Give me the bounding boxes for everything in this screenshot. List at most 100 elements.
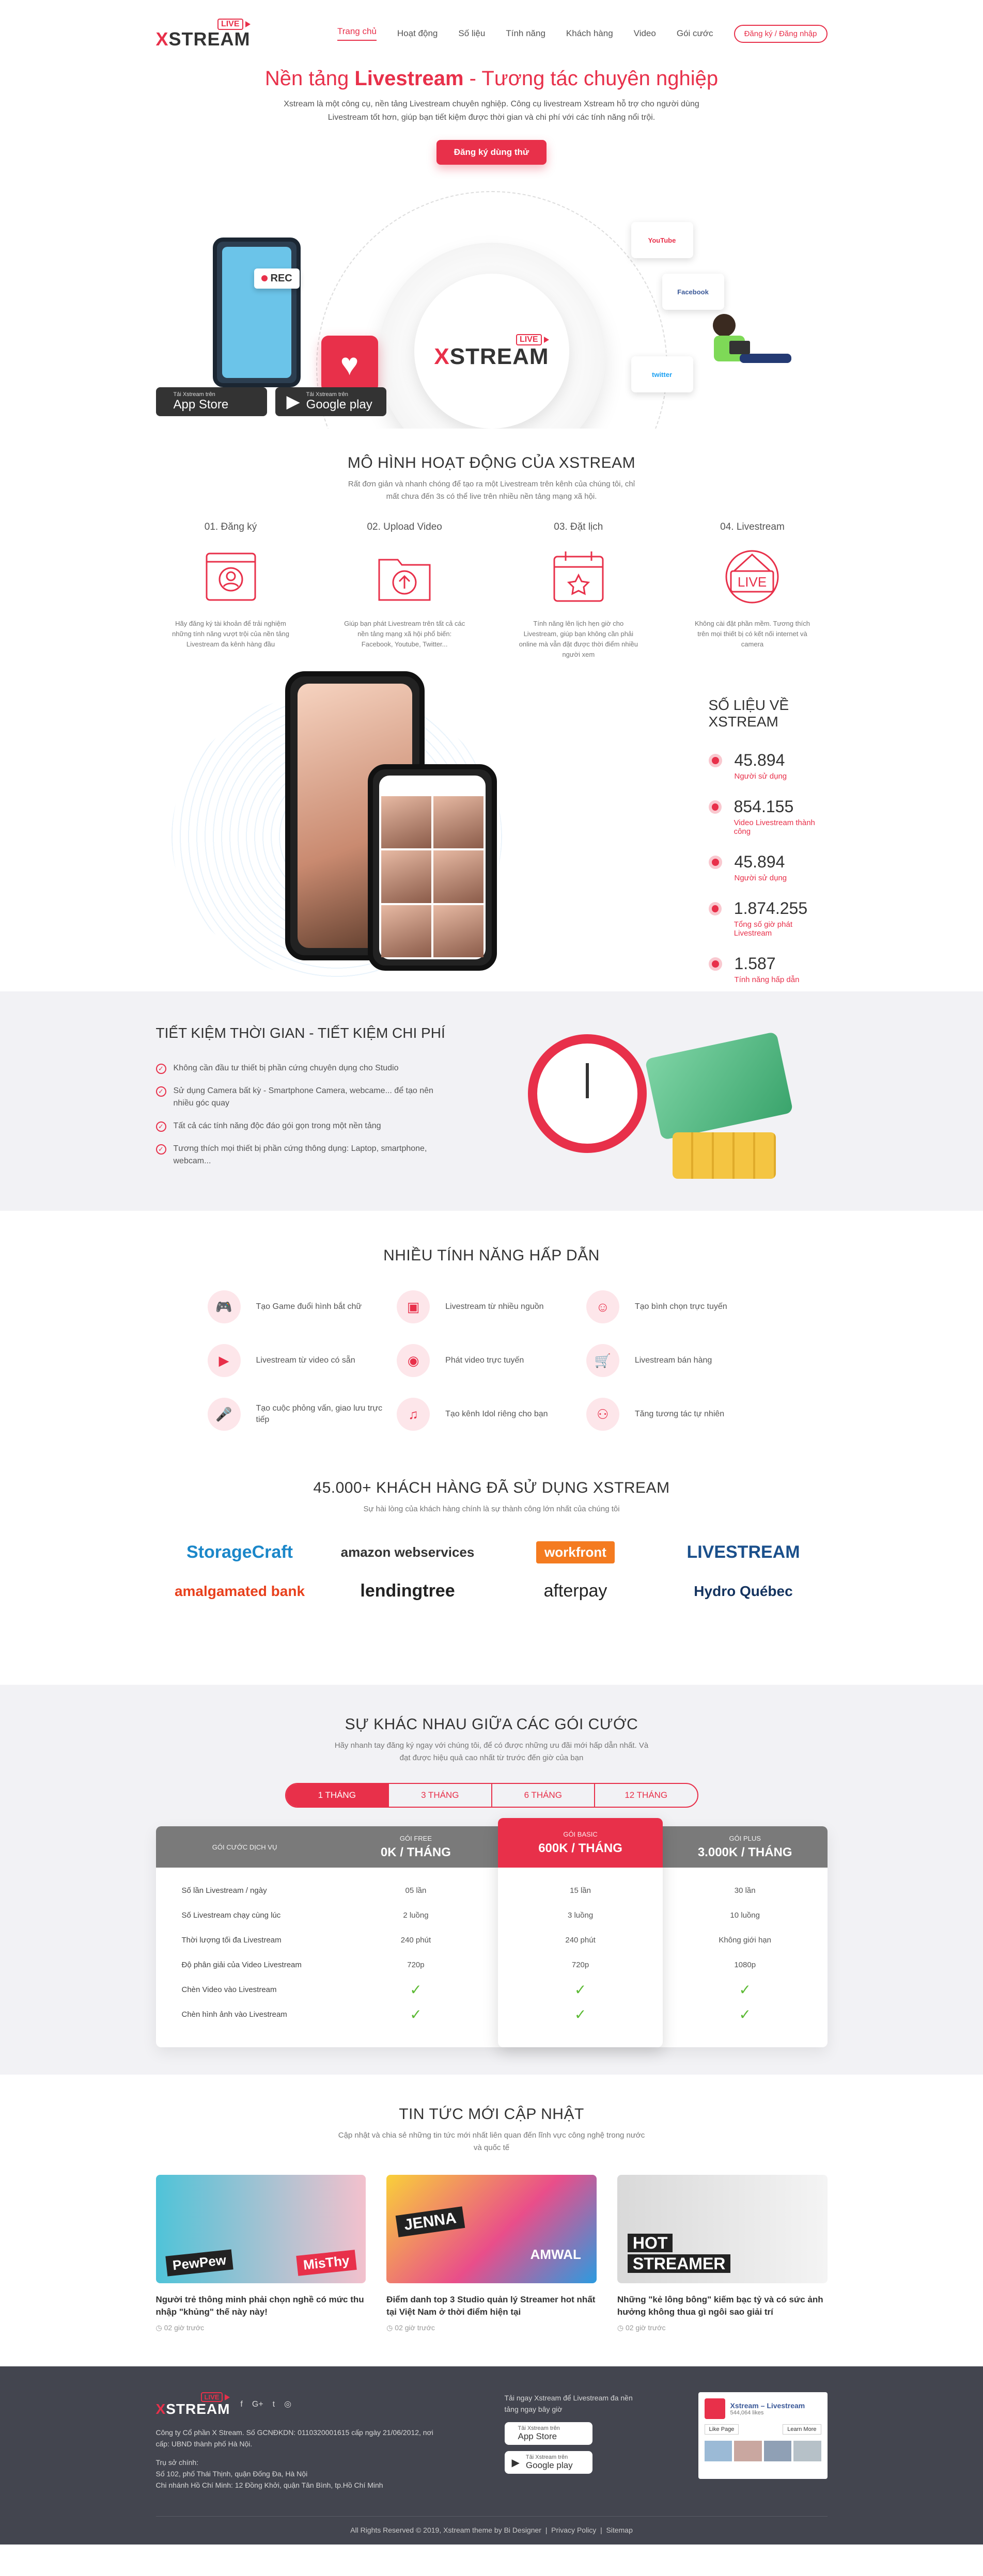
pricing-table: GÓI CƯỚC DỊCH VỤ Số lần Livestream / ngà…	[155, 1818, 828, 2047]
plan-value: 30 lần	[734, 1886, 756, 1895]
stat-item: 45.894 Người sử dụng	[708, 852, 828, 882]
step-schedule: 03. Đặt lịch Tính năng lên lịch hẹn giờ …	[504, 521, 653, 660]
pricing-row-label: Thời lượng tối đa Livestream	[181, 1935, 282, 1945]
news-image: HOT STREAMER	[617, 2175, 828, 2283]
stat-number: 45.894	[734, 852, 785, 871]
nav-customers[interactable]: Khách hàng	[566, 28, 613, 39]
billing-period-tabs: 1 THÁNG 3 THÁNG 6 THÁNG 12 THÁNG	[285, 1783, 698, 1808]
step-text: Giúp bạn phát Livestream trên tất cả các…	[344, 620, 465, 648]
calendar-icon	[550, 548, 607, 605]
video-file-icon: ▶	[207, 1344, 241, 1377]
news-title: TIN TỨC MỚI CẬP NHẬT	[399, 2106, 584, 2123]
fb-like-button[interactable]: Like Page	[704, 2424, 739, 2435]
privacy-link[interactable]: Privacy Policy	[551, 2526, 596, 2534]
news-date: ◷ 02 giờ trước	[617, 2324, 666, 2332]
news-card[interactable]: JENNA AMWAL Điểm danh top 3 Studio quản …	[386, 2175, 597, 2332]
footer-logo[interactable]: LIVE XSTREAM	[156, 2392, 230, 2416]
step-text: Hãy đăng ký tài khoản để trải nghiệm nhữ…	[172, 620, 289, 648]
tab-12-months[interactable]: 12 THÁNG	[595, 1784, 697, 1807]
coins-icon	[672, 1132, 776, 1179]
user-register-icon	[202, 548, 259, 605]
plan-value: 720p	[571, 1960, 589, 1969]
plan-value: 3 luồng	[567, 1910, 594, 1920]
plan-basic-column[interactable]: GÓI BASIC 600K / THÁNG 15 lần 3 luồng 240…	[498, 1818, 663, 2047]
check-icon: ✓	[574, 2006, 587, 2022]
pricing-labels-column: GÓI CƯỚC DỊCH VỤ Số lần Livestream / ngà…	[155, 1826, 334, 2047]
news-headline[interactable]: Những "kẻ lông bông" kiếm bạc tỷ và có s…	[617, 2294, 828, 2318]
clock-icon	[527, 1034, 647, 1153]
play-store-icon: ▶	[511, 2457, 520, 2469]
stat-number: 45.894	[734, 751, 785, 769]
svg-text:LIVE: LIVE	[738, 574, 767, 590]
pricing-section: SỰ KHÁC NHAU GIỮA CÁC GÓI CƯỚC Hãy nhanh…	[0, 1685, 983, 2075]
feature-item: ▣ Livestream từ nhiều nguồn	[397, 1290, 586, 1323]
hero-title: Nền tảng Livestream - Tương tác chuyên n…	[264, 67, 719, 90]
nav-features[interactable]: Tính năng	[506, 28, 545, 39]
model-title: MÔ HÌNH HOẠT ĐỘNG CỦA XSTREAM	[347, 454, 636, 471]
nav-activity[interactable]: Hoạt động	[397, 28, 438, 39]
googleplay-button[interactable]: ▶ Tải Xstream trên Google play	[275, 387, 386, 416]
facebook-icon[interactable]: f	[240, 2399, 242, 2410]
login-button[interactable]: Đăng ký / Đăng nhập	[734, 24, 828, 43]
news-headline[interactable]: Người trẻ thông minh phải chọn nghề có m…	[156, 2294, 366, 2318]
footer-googleplay-button[interactable]: ▶ Tải Xstream trên Google play	[504, 2451, 592, 2474]
step-livestream: 04. Livestream LIVE Không cài đặt phần m…	[677, 521, 827, 660]
plan-header: GÓI PLUS 3.000K / THÁNG	[662, 1826, 828, 1868]
feature-item: 🎤 Tạo cuộc phỏng vấn, giao lưu trực tiếp	[207, 1398, 397, 1431]
plan-free-column[interactable]: GÓI FREE 0K / THÁNG 05 lần 2 luồng 240 ph…	[333, 1826, 498, 2047]
footer-bottom: All Rights Reserved © 2019, Xstream them…	[155, 2516, 828, 2534]
tab-6-months[interactable]: 6 THÁNG	[492, 1784, 595, 1807]
dribbble-icon[interactable]: ◎	[284, 2399, 291, 2410]
plan-value: 2 luồng	[403, 1910, 429, 1920]
step-number: 01. Đăng ký	[204, 521, 257, 532]
vote-icon: ☺	[586, 1290, 619, 1323]
tab-3-months[interactable]: 3 THÁNG	[389, 1784, 492, 1807]
nav-home[interactable]: Trang chủ	[337, 26, 377, 41]
clock-icon: ◷	[155, 2324, 164, 2332]
step-text: Không cài đặt phần mềm. Tương thích trên…	[694, 620, 810, 648]
fb-page-name: Xstream – Livestream	[730, 2401, 805, 2410]
tab-1-month[interactable]: 1 THÁNG	[286, 1784, 389, 1807]
logo-lendingtree: lendingtree	[360, 1581, 455, 1601]
savings-item: ✓ Tương thích mọi thiết bị phần cứng thôn…	[155, 1143, 456, 1167]
step-number: 02. Upload Video	[367, 521, 442, 532]
logo-amazon-webservices: amazon webservices	[340, 1544, 475, 1560]
footer-company: LIVE XSTREAM f G+ t ◎ Công ty Cổ phần X …	[156, 2392, 445, 2516]
news-date: ◷ 02 giờ trước	[386, 2324, 435, 2332]
heart-icon: ♥	[321, 336, 378, 392]
plan-value: 240 phút	[565, 1935, 596, 1945]
check-icon: ✓	[410, 2006, 422, 2022]
logo-hydro-quebec: Hydro Québec	[694, 1583, 793, 1599]
nav-stats[interactable]: Số liệu	[458, 28, 485, 39]
feature-item: ▶ Livestream từ video có sẵn	[207, 1344, 397, 1377]
nav-video[interactable]: Video	[634, 28, 656, 39]
fb-learn-more-button[interactable]: Learn More	[783, 2424, 821, 2435]
google-plus-icon[interactable]: G+	[252, 2399, 263, 2410]
footer-appstore-button[interactable]: Tải Xstream trên App Store	[504, 2422, 592, 2445]
footer-social: f G+ t ◎	[240, 2399, 291, 2410]
trial-signup-button[interactable]: Đăng ký dùng thử	[436, 140, 547, 165]
feature-item: 🛒 Livestream bán hàng	[586, 1344, 776, 1377]
news-headline[interactable]: Điểm danh top 3 Studio quản lý Streamer …	[386, 2294, 597, 2318]
plan-header: GÓI BASIC 600K / THÁNG	[498, 1818, 663, 1868]
logo-amalgamated-bank: amalgamated bank	[174, 1583, 305, 1599]
feature-item: ☺ Tạo bình chọn trực tuyến	[586, 1290, 776, 1323]
check-icon: ✓	[155, 1086, 166, 1097]
model-subtitle: Rất đơn giản và nhanh chóng để tạo ra mộ…	[348, 480, 635, 501]
stat-label: Người sử dụng	[734, 772, 787, 781]
sitemap-link[interactable]: Sitemap	[606, 2526, 633, 2534]
news-card[interactable]: HOT STREAMER Những "kẻ lông bông" kiếm b…	[617, 2175, 828, 2332]
copyright: All Rights Reserved © 2019, Xstream them…	[350, 2526, 541, 2534]
news-image: PewPew MisThy	[155, 2175, 366, 2283]
news-section: TIN TỨC MỚI CẬP NHẬT Cập nhật và chia sẻ…	[0, 2075, 983, 2366]
stat-number: 854.155	[734, 797, 794, 816]
news-card[interactable]: PewPew MisThy Người trẻ thông minh phải …	[155, 2175, 366, 2332]
twitter-icon[interactable]: t	[273, 2399, 275, 2410]
youtube-card: YouTube	[631, 222, 693, 258]
facebook-page-widget[interactable]: Xstream – Livestream 544,064 likes Like P…	[698, 2392, 828, 2479]
nav-pricing[interactable]: Gói cước	[677, 28, 713, 39]
logo-livestream: LIVESTREAM	[686, 1542, 800, 1562]
plan-plus-column[interactable]: GÓI PLUS 3.000K / THÁNG 30 lần 10 luồng K…	[662, 1826, 828, 2047]
brand-logo[interactable]: LIVE XSTREAM	[156, 19, 251, 49]
appstore-button[interactable]: Tải Xstream trên App Store	[155, 387, 267, 416]
